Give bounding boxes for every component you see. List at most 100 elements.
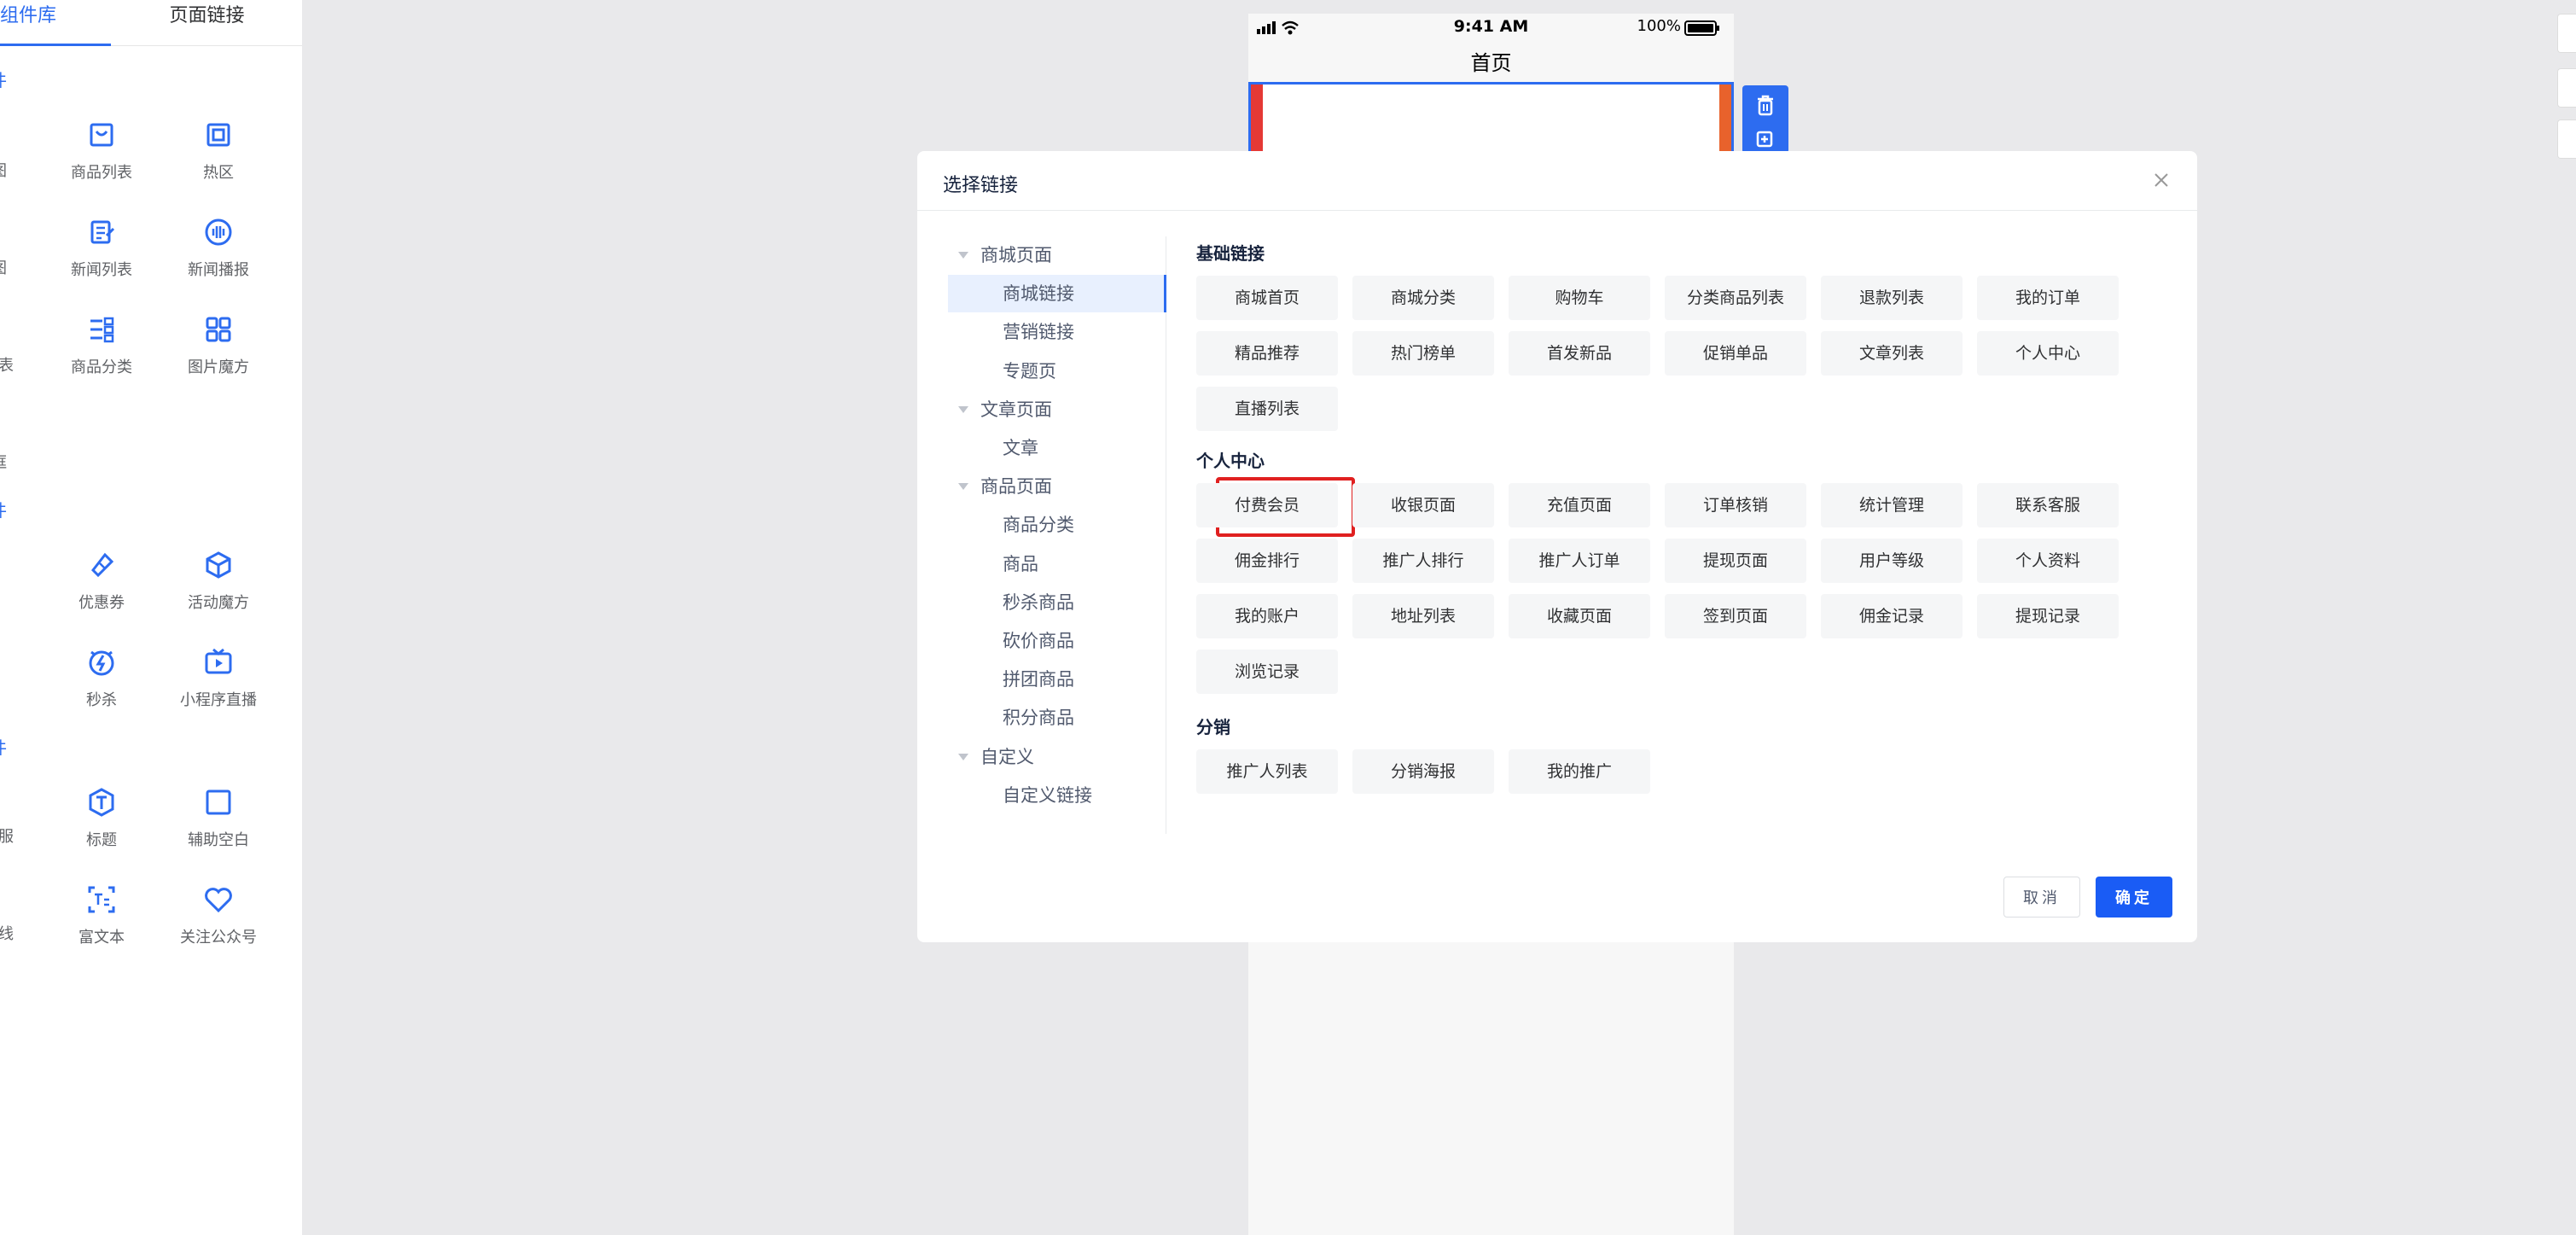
link-option[interactable]: 收银页面: [1352, 483, 1494, 527]
tree-item[interactable]: 专题页: [948, 352, 1166, 390]
tab-page-links[interactable]: 页面链接: [137, 0, 277, 46]
link-option[interactable]: 热门榜单: [1352, 331, 1494, 376]
right-panel-handle[interactable]: [2557, 14, 2576, 53]
modal-title: 选择链接: [943, 175, 1019, 196]
link-option[interactable]: 付费会员: [1196, 483, 1338, 527]
tree-item[interactable]: 自定义链接: [948, 777, 1166, 814]
component-library-panel: 组件库 页面链接 件 件 件 图 图 表 框 服 线 商品列表 热区 新闻列表 …: [0, 0, 302, 1235]
cut-label: 图: [0, 256, 7, 278]
component-mini-program-live[interactable]: 小程序直播: [159, 647, 278, 710]
link-option[interactable]: 我的订单: [1977, 276, 2119, 320]
tree-group[interactable]: 自定义: [948, 738, 1166, 776]
close-icon[interactable]: [2151, 170, 2172, 190]
component-label: 商品列表: [71, 164, 132, 182]
tree-group[interactable]: 商城页面: [948, 236, 1166, 274]
cut-label: 线: [0, 925, 14, 943]
component-image-cube[interactable]: 图片魔方: [159, 314, 278, 377]
battery-icon: [1684, 20, 1719, 36]
tab-component-library[interactable]: 组件库: [0, 0, 111, 46]
tree-group[interactable]: 商品页面: [948, 468, 1166, 505]
link-option[interactable]: 商城分类: [1352, 276, 1494, 320]
component-news-list[interactable]: 新闻列表: [42, 217, 161, 280]
link-option[interactable]: 推广人列表: [1196, 749, 1338, 794]
component-news-broadcast[interactable]: 新闻播报: [159, 217, 278, 280]
link-option[interactable]: 收藏页面: [1509, 594, 1650, 638]
component-label: 活动魔方: [188, 594, 249, 612]
link-option[interactable]: 提现记录: [1977, 594, 2119, 638]
component-label: 图片魔方: [188, 358, 249, 376]
component-blank-space[interactable]: 辅助空白: [159, 787, 278, 850]
tree-item[interactable]: 商品分类: [948, 506, 1166, 544]
component-label: 热区: [203, 164, 234, 182]
delete-icon[interactable]: [1755, 94, 1776, 116]
left-tabs: 组件库 页面链接: [0, 0, 302, 46]
copy-icon[interactable]: [1755, 130, 1776, 152]
component-title[interactable]: 标题: [42, 787, 161, 850]
link-option[interactable]: 推广人排行: [1352, 539, 1494, 583]
link-option[interactable]: 首发新品: [1509, 331, 1650, 376]
follow-heart-icon: [205, 888, 232, 913]
link-option[interactable]: 浏览记录: [1196, 650, 1338, 694]
link-option[interactable]: 签到页面: [1665, 594, 1806, 638]
tree-item[interactable]: 商城链接: [948, 275, 1166, 313]
section-title-marketing: 件: [0, 497, 7, 521]
select-link-modal: 选择链接 商城页面 商城链接 营销链接 专题页 文章页面 文章 商品页面 商品分类 商品 秒杀商品…: [917, 151, 2197, 942]
component-label: 辅助空白: [188, 831, 249, 849]
component-rich-text[interactable]: 富文本: [42, 884, 161, 947]
link-option[interactable]: 订单核销: [1665, 483, 1806, 527]
rich-text-icon: [88, 886, 115, 913]
component-follow-official-account[interactable]: 关注公众号: [159, 884, 278, 947]
battery-percent: 100%: [1637, 17, 1681, 35]
link-option[interactable]: 我的推广: [1509, 749, 1650, 794]
confirm-button[interactable]: 确定: [2096, 877, 2172, 918]
link-option[interactable]: 我的账户: [1196, 594, 1338, 638]
link-option[interactable]: 用户等级: [1821, 539, 1963, 583]
link-option[interactable]: 地址列表: [1352, 594, 1494, 638]
component-coupon[interactable]: 优惠券: [42, 550, 161, 613]
component-goods-list[interactable]: 商品列表: [42, 119, 161, 183]
tree-item[interactable]: 拼团商品: [948, 661, 1166, 698]
link-option[interactable]: 直播列表: [1196, 387, 1338, 431]
link-option[interactable]: 推广人订单: [1509, 539, 1650, 583]
tree-item[interactable]: 砍价商品: [948, 622, 1166, 660]
link-option[interactable]: 联系客服: [1977, 483, 2119, 527]
cancel-button[interactable]: 取消: [2003, 877, 2080, 918]
component-hotspot[interactable]: 热区: [159, 119, 278, 183]
tree-item[interactable]: 文章: [948, 429, 1166, 467]
component-label: 新闻列表: [71, 261, 132, 279]
link-option[interactable]: 文章列表: [1821, 331, 1963, 376]
link-group-title: 个人中心: [1196, 451, 1265, 471]
tree-item[interactable]: 商品: [948, 545, 1166, 583]
link-option[interactable]: 分类商品列表: [1665, 276, 1806, 320]
link-option[interactable]: 分销海报: [1352, 749, 1494, 794]
link-option[interactable]: 退款列表: [1821, 276, 1963, 320]
link-option[interactable]: 提现页面: [1665, 539, 1806, 583]
tree-group[interactable]: 文章页面: [948, 391, 1166, 428]
link-option[interactable]: 个人中心: [1977, 331, 2119, 376]
link-option[interactable]: 促销单品: [1665, 331, 1806, 376]
link-option[interactable]: 购物车: [1509, 276, 1650, 320]
component-tool-bar: [1742, 85, 1788, 154]
modal-header: 选择链接: [917, 151, 2197, 211]
blank-space-icon: [206, 789, 231, 815]
component-label: 小程序直播: [180, 691, 257, 709]
tree-item[interactable]: 秒杀商品: [948, 584, 1166, 621]
right-panel-handle[interactable]: [2557, 119, 2576, 159]
right-panel-handle[interactable]: [2557, 68, 2576, 108]
component-activity-cube[interactable]: 活动魔方: [159, 550, 278, 613]
tree-item[interactable]: 积分商品: [948, 699, 1166, 737]
live-tv-icon: [205, 648, 232, 674]
title-icon: [89, 788, 114, 817]
cut-label: 服: [0, 828, 14, 846]
link-option[interactable]: 佣金排行: [1196, 539, 1338, 583]
link-option[interactable]: 佣金记录: [1821, 594, 1963, 638]
link-option[interactable]: 充值页面: [1509, 483, 1650, 527]
link-option[interactable]: 商城首页: [1196, 276, 1338, 320]
component-label: 秒杀: [86, 691, 117, 709]
link-option[interactable]: 精品推荐: [1196, 331, 1338, 376]
link-option[interactable]: 统计管理: [1821, 483, 1963, 527]
component-goods-category[interactable]: 商品分类: [42, 314, 161, 377]
component-flash-sale[interactable]: 秒杀: [42, 647, 161, 710]
link-option[interactable]: 个人资料: [1977, 539, 2119, 583]
tree-item[interactable]: 营销链接: [948, 313, 1166, 351]
